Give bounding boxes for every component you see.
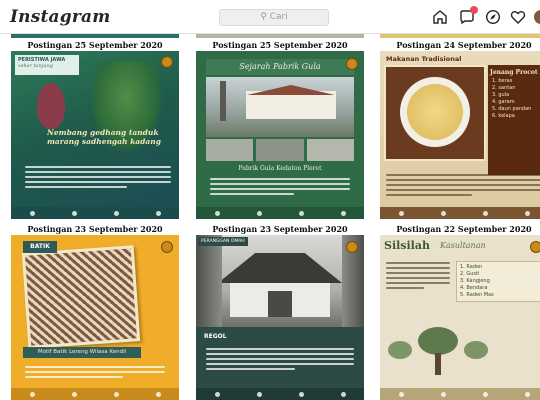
category-tag: PERANGGAN OMAH bbox=[198, 237, 248, 246]
emblem-logo bbox=[161, 56, 173, 68]
motif-label: Motif Batik Lereng Wilasa Kendil bbox=[23, 347, 141, 358]
instagram-logo[interactable]: Instagram bbox=[10, 7, 110, 27]
post-thumbnail[interactable]: Postingan 25 September 2020 Sejarah Pabr… bbox=[196, 40, 364, 219]
title-bar: Sejarah Pabrik Gula bbox=[206, 59, 354, 75]
post-thumbnail[interactable]: Postingan 23 September 2020 BATIK Motif … bbox=[11, 224, 179, 400]
post-headline: Nembang gedhang tanduk marang sadhengah … bbox=[47, 128, 161, 146]
post-thumbnail[interactable]: Postingan 25 September 2020 PERISTIWA JA… bbox=[11, 40, 179, 219]
lineage-item: 5. Raden Mas bbox=[460, 292, 494, 298]
post-thumbnail[interactable]: Postingan 22 September 2020 Silsilah Kas… bbox=[380, 224, 540, 400]
post-title: Silsilah bbox=[384, 239, 430, 252]
top-navigation-bar: Instagram ⚲ Cari bbox=[0, 0, 540, 34]
ingredient-item: 3. gula bbox=[492, 92, 510, 98]
building-label: REGOL bbox=[204, 333, 227, 340]
banana-heart-illustration bbox=[37, 83, 65, 129]
category-tag: BATIK bbox=[23, 241, 57, 253]
post-image[interactable]: PERANGGAN OMAH REGOL bbox=[196, 235, 364, 400]
search-placeholder: Cari bbox=[269, 12, 288, 22]
banner-label: PERISTIWA JAWA bbox=[18, 57, 66, 63]
emblem-logo bbox=[346, 58, 358, 70]
post-image[interactable]: PERISTIWA JAWA sekar tanjung Nembang ged… bbox=[11, 51, 179, 219]
recipe-panel: Jenang Procot 1. beras 2. santan 3. gula 4.… bbox=[488, 65, 540, 175]
heart-icon[interactable] bbox=[510, 9, 526, 25]
search-icon: ⚲ bbox=[260, 12, 270, 22]
ingredient-item: 4. garam bbox=[492, 99, 515, 105]
post-image[interactable]: Makanan Tradisional Jenang Procot 1. ber… bbox=[380, 51, 540, 219]
post-title: Makanan Tradisional bbox=[386, 55, 462, 63]
ingredient-item: 6. kelapa bbox=[492, 113, 515, 119]
previous-post-strip bbox=[380, 34, 540, 38]
lineage-item: 3. Kangjeng bbox=[460, 278, 490, 284]
title-banner: PERISTIWA JAWA sekar tanjung bbox=[15, 55, 79, 75]
post-title-script: Kasultanan bbox=[440, 241, 486, 250]
post-caption: Postingan 24 September 2020 bbox=[380, 40, 540, 51]
tree-left bbox=[196, 235, 222, 327]
lineage-item: 4. Bendara bbox=[460, 285, 488, 291]
post-caption: Postingan 23 September 2020 bbox=[11, 224, 179, 235]
recipe-title: Jenang Procot bbox=[490, 69, 538, 76]
emblem-logo bbox=[346, 241, 358, 253]
batik-fabric-photo bbox=[21, 245, 141, 349]
ingredient-item: 5. daun pandan bbox=[492, 106, 532, 112]
banner-sublabel: sekar tanjung bbox=[18, 63, 53, 69]
messages-icon[interactable] bbox=[459, 6, 478, 25]
post-image[interactable]: Silsilah Kasultanan 1. Raden 2. Gusti 3. K… bbox=[380, 235, 540, 400]
notification-badge bbox=[470, 6, 478, 14]
post-caption: Postingan 25 September 2020 bbox=[196, 40, 364, 51]
lineage-item: 1. Raden bbox=[460, 264, 483, 270]
body-text-lines bbox=[206, 345, 354, 373]
social-footer bbox=[380, 388, 540, 400]
body-text-lines bbox=[386, 259, 450, 292]
lineage-item: 2. Gusti bbox=[460, 271, 480, 277]
post-caption: Postingan 23 September 2020 bbox=[196, 224, 364, 235]
family-tree-illustration bbox=[388, 327, 488, 377]
post-image[interactable]: Sejarah Pabrik Gula Pabrik Gula Kedaton … bbox=[196, 51, 364, 219]
post-thumbnail[interactable]: Postingan 23 September 2020 PERANGGAN OM… bbox=[196, 224, 364, 400]
gate-door bbox=[268, 291, 292, 317]
profile-icon[interactable] bbox=[533, 9, 540, 25]
emblem-logo bbox=[530, 241, 540, 253]
factory-building bbox=[246, 91, 336, 119]
social-footer bbox=[196, 207, 364, 219]
chimney bbox=[220, 81, 226, 121]
body-text-lines bbox=[25, 363, 165, 381]
search-input[interactable]: ⚲ Cari bbox=[219, 9, 329, 26]
ingredient-list: 1. beras 2. santan 3. gula 4. garam 5. daun … bbox=[488, 78, 540, 120]
jenang-porridge bbox=[407, 84, 463, 140]
social-footer bbox=[380, 207, 540, 219]
social-footer bbox=[11, 388, 179, 400]
body-text-lines bbox=[210, 175, 350, 198]
body-text-lines bbox=[25, 163, 171, 191]
photo-strip bbox=[206, 139, 354, 161]
home-icon[interactable] bbox=[432, 9, 448, 25]
body-text-lines bbox=[386, 171, 540, 199]
post-grid: Postingan 25 September 2020 PERISTIWA JA… bbox=[0, 34, 540, 400]
previous-post-strip bbox=[11, 34, 179, 38]
post-thumbnail[interactable]: Postingan 24 September 2020 Makanan Trad… bbox=[380, 40, 540, 219]
post-image[interactable]: BATIK Motif Batik Lereng Wilasa Kendil bbox=[11, 235, 179, 400]
post-caption: Postingan 25 September 2020 bbox=[11, 40, 179, 51]
food-photo bbox=[384, 65, 486, 161]
factory-photo bbox=[206, 77, 354, 137]
social-footer bbox=[11, 207, 179, 219]
previous-post-strip bbox=[196, 34, 364, 38]
explore-icon[interactable] bbox=[485, 9, 501, 25]
post-title: Sejarah Pabrik Gula bbox=[239, 62, 321, 71]
ingredient-item: 2. santan bbox=[492, 85, 516, 91]
post-caption: Postingan 22 September 2020 bbox=[380, 224, 540, 235]
gate-roof bbox=[218, 253, 342, 283]
lineage-list: 1. Raden 2. Gusti 3. Kangjeng 4. Bendara 5. … bbox=[456, 261, 540, 302]
post-subtitle: Pabrik Gula Kedaton Pleret bbox=[238, 165, 322, 172]
regol-gate-photo bbox=[196, 235, 364, 327]
ingredient-item: 1. beras bbox=[492, 78, 513, 84]
emblem-logo bbox=[161, 241, 173, 253]
social-footer bbox=[196, 388, 364, 400]
